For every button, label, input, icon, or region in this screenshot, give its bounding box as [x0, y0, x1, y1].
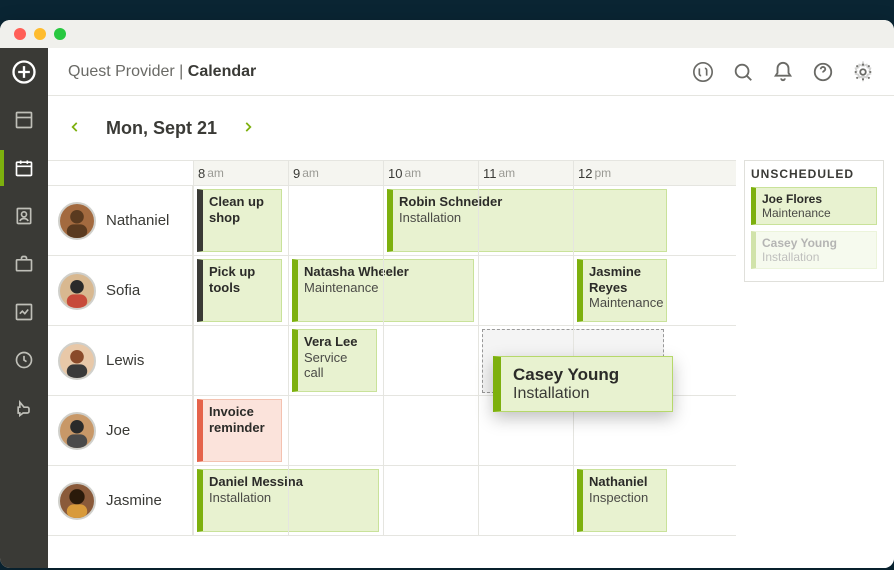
breadcrumb: Quest Provider | Calendar: [68, 63, 256, 81]
time-slot: 8am: [193, 161, 288, 185]
nav-contacts[interactable]: [0, 192, 48, 240]
unscheduled-panel: UNSCHEDULED Joe Flores Maintenance Casey…: [744, 160, 884, 282]
window-minimize-icon[interactable]: [34, 28, 46, 40]
person-name: Nathaniel: [106, 212, 169, 229]
person-name: Joe: [106, 422, 130, 439]
event-invoice-reminder[interactable]: Invoice reminder: [197, 399, 282, 462]
avatar: [58, 342, 96, 380]
unscheduled-card[interactable]: Joe Flores Maintenance: [751, 187, 877, 225]
sidebar: [0, 48, 48, 568]
person-cell: Jasmine: [48, 466, 193, 535]
nav-calendar[interactable]: [0, 144, 48, 192]
next-day-button[interactable]: [237, 114, 259, 143]
event-vera-lee[interactable]: Vera LeeService call: [292, 329, 377, 392]
person-name: Lewis: [106, 352, 144, 369]
event-pickup-tools[interactable]: Pick up tools: [197, 259, 282, 322]
time-slot: 9am: [288, 161, 383, 185]
person-cell: Nathaniel: [48, 186, 193, 255]
nav-reports[interactable]: [0, 288, 48, 336]
event-nathaniel-inspection[interactable]: NathanielInspection: [577, 469, 667, 532]
window-titlebar: [0, 20, 894, 48]
breadcrumb-separator: |: [179, 63, 183, 80]
time-slot: 10am: [383, 161, 478, 185]
prev-day-button[interactable]: [64, 114, 86, 143]
main-panel: Quest Provider | Calendar Mon, Sept 21: [48, 48, 894, 568]
app-window: Quest Provider | Calendar Mon, Sept 21: [0, 20, 894, 568]
avatar: [58, 412, 96, 450]
date-navigation: Mon, Sept 21: [48, 96, 894, 160]
person-name: Jasmine: [106, 492, 162, 509]
nav-work[interactable]: [0, 240, 48, 288]
dragging-card[interactable]: Casey Young Installation: [493, 356, 673, 412]
nav-feedback[interactable]: [0, 384, 48, 432]
time-slot: 11am: [478, 161, 573, 185]
bell-icon[interactable]: [772, 61, 794, 83]
nav-time[interactable]: [0, 336, 48, 384]
help-icon[interactable]: [812, 61, 834, 83]
window-maximize-icon[interactable]: [54, 28, 66, 40]
current-date: Mon, Sept 21: [106, 118, 217, 139]
unscheduled-card-ghost[interactable]: Casey Young Installation: [751, 231, 877, 269]
breadcrumb-provider: Quest Provider: [68, 63, 175, 80]
breadcrumb-page: Calendar: [188, 63, 256, 80]
avatar: [58, 272, 96, 310]
nav-dashboard[interactable]: [0, 96, 48, 144]
person-cell: Lewis: [48, 326, 193, 395]
search-icon[interactable]: [732, 61, 754, 83]
schedule-row: Jasmine Daniel MessinaInstallation Natha…: [48, 466, 736, 536]
topbar: Quest Provider | Calendar: [48, 48, 894, 96]
gear-icon[interactable]: [852, 61, 874, 83]
time-slot: 12pm: [573, 161, 668, 185]
unscheduled-heading: UNSCHEDULED: [751, 167, 877, 181]
person-cell: Sofia: [48, 256, 193, 325]
schedule-row: Sofia Pick up tools Natasha WheelerMaint…: [48, 256, 736, 326]
schedule-row: Nathaniel Clean up shop Robin SchneiderI…: [48, 186, 736, 256]
avatar: [58, 202, 96, 240]
window-close-icon[interactable]: [14, 28, 26, 40]
quickbooks-icon[interactable]: [692, 61, 714, 83]
time-header: 8am 9am 10am 11am 12pm: [48, 160, 736, 186]
app-logo: [0, 48, 48, 96]
schedule-grid: 8am 9am 10am 11am 12pm Nathaniel Clean u…: [48, 160, 736, 536]
event-jasmine-reyes[interactable]: Jasmine ReyesMaintenance: [577, 259, 667, 322]
person-name: Sofia: [106, 282, 140, 299]
avatar: [58, 482, 96, 520]
event-cleanup-shop[interactable]: Clean up shop: [197, 189, 282, 252]
person-cell: Joe: [48, 396, 193, 465]
